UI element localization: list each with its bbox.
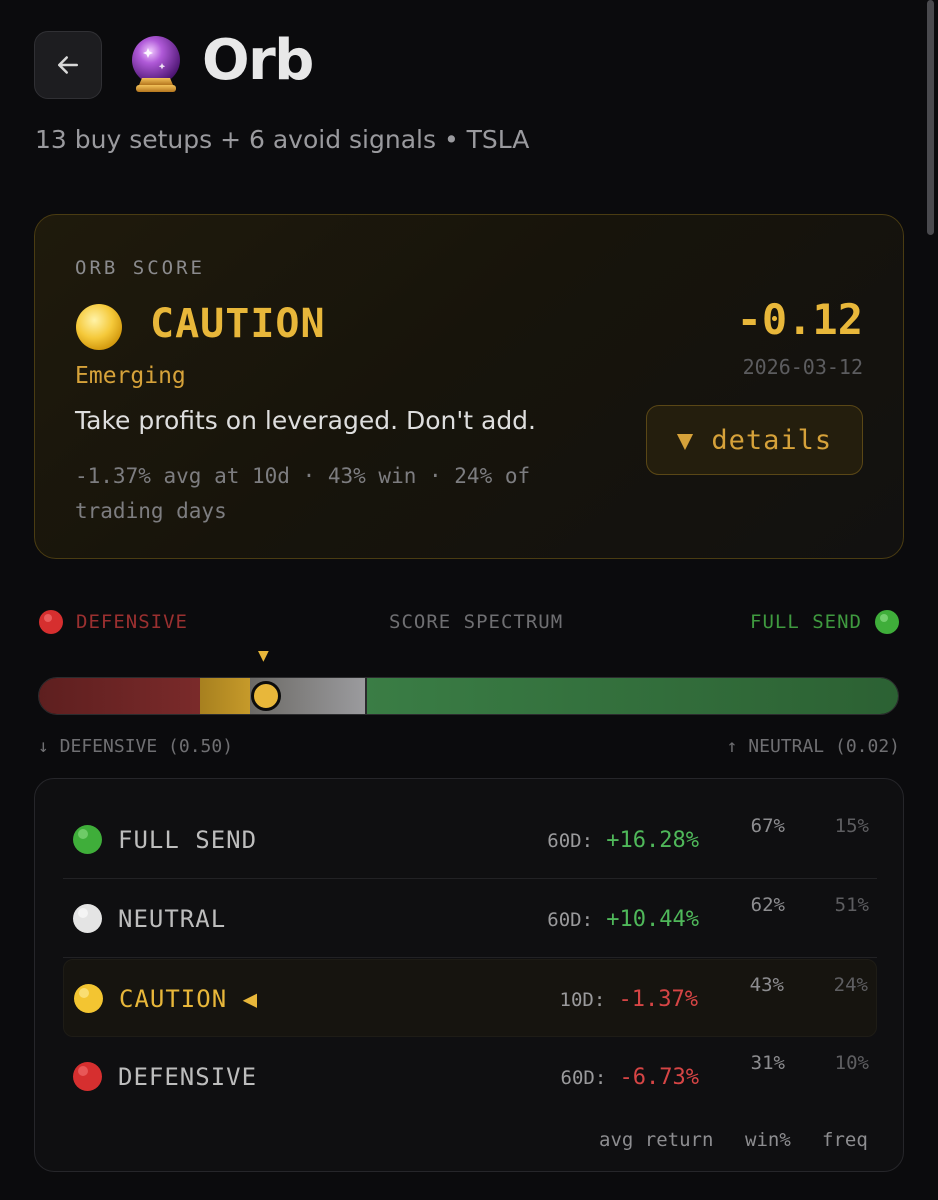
card-label: ORB SCORE [75, 257, 205, 279]
spectrum-right-label: FULL SEND [750, 609, 900, 635]
tier-win: 62% [750, 894, 785, 916]
tier-win: 43% [749, 974, 784, 996]
full-send-label: FULL SEND [750, 611, 862, 633]
spectrum-segment-caution [200, 678, 250, 714]
page-title: Orb [202, 28, 314, 93]
tier-win: 67% [750, 815, 785, 837]
red-circle-icon [39, 610, 63, 634]
defensive-label: DEFENSIVE [76, 611, 188, 633]
tier-return: 60D: +10.44% [547, 907, 699, 932]
tier-return: 60D: +16.28% [547, 828, 699, 853]
tier-freq: 15% [834, 815, 869, 837]
advice-text: Take profits on leveraged. Don't add. [75, 406, 536, 435]
tier-row-defensive[interactable]: DEFENSIVE 60D: -6.73% 31% 10% [63, 1038, 877, 1116]
score-knob [251, 681, 281, 711]
tier-freq: 24% [833, 974, 868, 996]
status-title: CAUTION [150, 301, 326, 347]
tier-row-neutral[interactable]: NEUTRAL 60D: +10.44% 62% 51% [63, 880, 877, 958]
score-date: 2026-03-12 [742, 355, 863, 379]
column-header-freq: freq [822, 1129, 868, 1151]
back-button[interactable] [34, 31, 102, 99]
upper-threshold: ↑ NEUTRAL (0.02) [726, 736, 900, 757]
tier-freq: 10% [834, 1052, 869, 1074]
tier-name: DEFENSIVE [118, 1063, 258, 1091]
score-marker-icon: ▼ [258, 648, 269, 664]
orb-score-card: ORB SCORE CAUTION Emerging Take profits … [34, 214, 904, 559]
tier-row-full-send[interactable]: FULL SEND 60D: +16.28% 67% 15% [63, 801, 877, 879]
tier-return: 10D: -1.37% [559, 987, 699, 1012]
arrow-left-icon [58, 56, 78, 74]
green-circle-icon [875, 610, 899, 634]
tier-name: FULL SEND [118, 826, 258, 854]
spectrum-segment-full-send [367, 678, 898, 714]
details-button[interactable]: ▼ details [646, 405, 863, 475]
lower-threshold: ↓ DEFENSIVE (0.50) [38, 736, 234, 757]
tier-row-caution[interactable]: CAUTION ◀ 10D: -1.37% 43% 24% [63, 959, 877, 1037]
tier-win: 31% [750, 1052, 785, 1074]
scrollbar[interactable] [927, 0, 934, 235]
column-header-avg-return: avg return [599, 1129, 714, 1151]
spectrum-title: SCORE SPECTRUM [389, 611, 564, 633]
tiers-table: FULL SEND 60D: +16.28% 67% 15% NEUTRAL 6… [34, 778, 904, 1172]
yellow-circle-icon [76, 304, 122, 350]
score-spectrum-bar [38, 677, 899, 715]
tier-freq: 51% [834, 894, 869, 916]
green-circle-icon [73, 825, 102, 854]
tier-name: CAUTION ◀ [119, 985, 259, 1013]
crystal-ball-icon [132, 36, 180, 92]
score-value: -0.12 [736, 295, 863, 344]
yellow-circle-icon [74, 984, 103, 1013]
stats-summary: -1.37% avg at 10d · 43% win · 24% of tra… [75, 464, 531, 523]
white-circle-icon [73, 904, 102, 933]
status-stage: Emerging [75, 363, 186, 389]
spectrum-left-label: DEFENSIVE [38, 609, 188, 635]
spectrum-segment-defensive [39, 678, 200, 714]
tier-return: 60D: -6.73% [560, 1065, 700, 1090]
red-circle-icon [73, 1062, 102, 1091]
page-subtitle: 13 buy setups + 6 avoid signals • TSLA [35, 125, 530, 154]
column-header-win: win% [745, 1129, 791, 1151]
tier-name: NEUTRAL [118, 905, 227, 933]
